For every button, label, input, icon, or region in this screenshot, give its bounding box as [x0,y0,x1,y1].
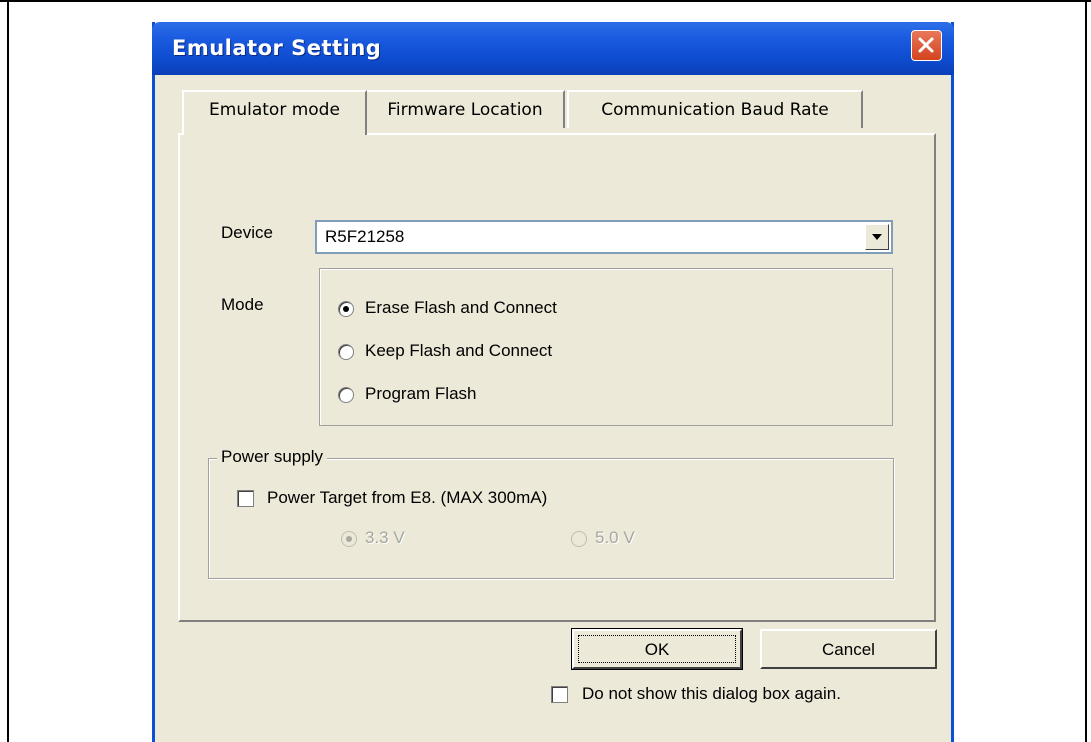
radio-3-3v[interactable] [341,531,357,547]
radio-5-0v-label[interactable]: 5.0 V [595,528,635,548]
ok-button[interactable]: OK [571,628,743,670]
page-frame-top [0,0,1091,2]
title-bar[interactable]: Emulator Setting [152,22,954,75]
dont-show-again-label[interactable]: Do not show this dialog box again. [582,684,841,704]
page-frame-left [7,0,9,742]
power-target-label[interactable]: Power Target from E8. (MAX 300mA) [267,488,547,508]
cancel-button[interactable]: Cancel [760,629,937,669]
mode-label: Mode [221,295,264,314]
power-supply-group-label: Power supply [217,447,328,467]
radio-erase-flash-label[interactable]: Erase Flash and Connect [365,298,557,318]
device-label: Device [221,223,273,242]
tab-communication-baud-rate[interactable]: Communication Baud Rate [567,90,863,128]
radio-keep-flash-label[interactable]: Keep Flash and Connect [365,341,552,361]
chevron-down-icon [872,234,882,240]
cancel-button-label: Cancel [822,640,875,659]
emulator-setting-dialog: Emulator Setting Emulator mode Firmware … [152,22,954,742]
ok-button-label: OK [644,640,670,659]
radio-5-0v[interactable] [571,531,587,547]
close-icon [918,37,934,53]
dont-show-again-checkbox[interactable] [551,686,568,703]
power-supply-group [208,458,894,579]
device-select[interactable]: R5F21258 [315,220,893,254]
tab-label: Firmware Location [387,100,543,120]
tab-label: Emulator mode [209,100,340,120]
tab-firmware-location[interactable]: Firmware Location [367,90,565,128]
close-button[interactable] [911,30,942,61]
radio-program-flash-label[interactable]: Program Flash [365,384,476,404]
tab-label: Communication Baud Rate [601,100,829,120]
radio-erase-flash[interactable] [338,301,354,317]
dialog-title: Emulator Setting [172,36,382,60]
radio-selected-dot [343,306,349,312]
radio-program-flash[interactable] [338,387,354,403]
device-dropdown-button[interactable] [865,224,889,250]
page-frame-right [1085,0,1087,742]
radio-3-3v-label[interactable]: 3.3 V [365,528,405,548]
radio-selected-dot [346,536,352,542]
power-target-checkbox[interactable] [237,490,254,507]
device-value: R5F21258 [325,227,405,246]
radio-keep-flash[interactable] [338,344,354,360]
tab-emulator-mode[interactable]: Emulator mode [182,90,367,135]
